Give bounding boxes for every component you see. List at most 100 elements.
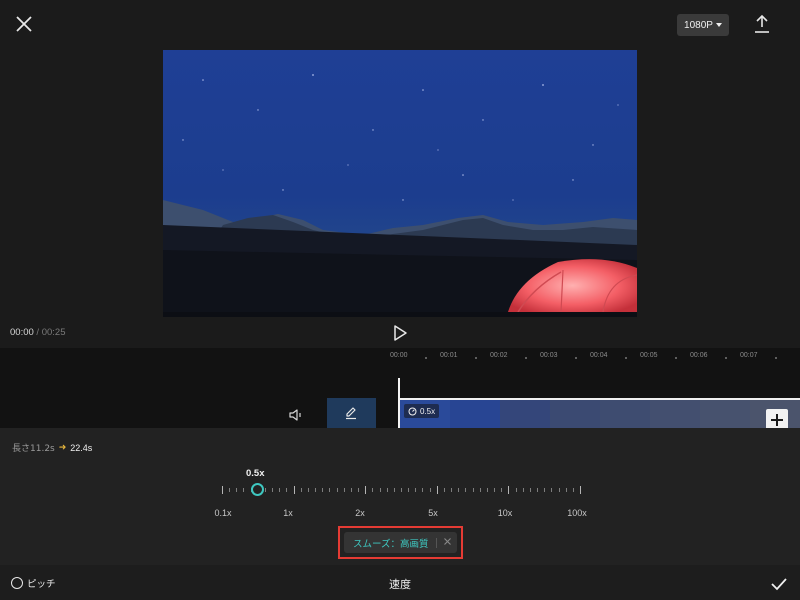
smooth-quality-chip[interactable]: スムーズ：高画質 bbox=[344, 532, 457, 553]
slider-minor-tick bbox=[336, 488, 338, 492]
smooth-option-highlight: スムーズ：高画質 bbox=[338, 526, 463, 559]
resolution-label: 1080P bbox=[684, 19, 713, 31]
slider-minor-tick bbox=[415, 488, 417, 492]
slider-minor-tick bbox=[393, 488, 395, 492]
slider-minor-tick bbox=[558, 488, 560, 492]
duration-new: 22.4s bbox=[70, 442, 93, 453]
ruler-tick: 00:07 bbox=[740, 352, 758, 359]
slider-major-tick bbox=[508, 486, 510, 494]
slider-minor-tick bbox=[386, 488, 388, 492]
slider-minor-tick bbox=[272, 488, 274, 492]
slider-major-tick bbox=[293, 486, 295, 494]
speed-gauge-icon bbox=[408, 407, 417, 415]
clip-thumbnail bbox=[700, 400, 750, 428]
time-separator: / bbox=[36, 327, 40, 338]
slider-minor-tick bbox=[501, 488, 503, 492]
speed-scale-label: 5x bbox=[428, 508, 438, 518]
bottom-bar: ピッチ 速度 bbox=[0, 565, 800, 600]
clip-thumbnail bbox=[550, 400, 600, 428]
slider-minor-tick bbox=[315, 488, 317, 492]
timeline[interactable]: 00:00 00:01 00:02 00:03 00:04 00:05 00:0… bbox=[0, 348, 800, 431]
pencil-icon bbox=[346, 407, 356, 420]
ruler-tick: 00:02 bbox=[490, 352, 508, 359]
ruler-dot bbox=[625, 357, 627, 359]
clip-thumbnail bbox=[450, 400, 500, 428]
speed-scale-label: 10x bbox=[497, 508, 513, 518]
video-clip-track[interactable]: 0.5x bbox=[400, 398, 800, 428]
slider-major-tick bbox=[436, 486, 438, 494]
slider-minor-tick bbox=[350, 488, 352, 492]
speed-scale-label: 2x bbox=[355, 508, 365, 518]
slider-minor-tick bbox=[279, 488, 281, 492]
ruler-dot bbox=[725, 357, 727, 359]
play-icon bbox=[394, 325, 407, 341]
playback-row: 00:00 / 00:25 bbox=[0, 322, 800, 344]
slider-minor-tick bbox=[372, 488, 374, 492]
slider-minor-tick bbox=[486, 488, 488, 492]
upload-icon bbox=[755, 14, 769, 33]
slider-minor-tick bbox=[529, 488, 531, 492]
slider-minor-tick bbox=[286, 488, 288, 492]
caret-down-icon bbox=[715, 23, 722, 27]
slider-minor-tick bbox=[229, 488, 231, 492]
slider-minor-tick bbox=[329, 488, 331, 492]
arrow-right-icon: ➜ bbox=[58, 442, 67, 453]
speed-scale-label: 0.1x bbox=[214, 508, 232, 518]
close-small-icon[interactable] bbox=[443, 537, 452, 546]
slider-minor-tick bbox=[537, 488, 539, 492]
slider-minor-tick bbox=[264, 488, 266, 492]
slider-minor-tick bbox=[572, 488, 574, 492]
slider-minor-tick bbox=[358, 488, 360, 492]
speed-scale-label: 1x bbox=[283, 508, 293, 518]
edit-clip-button[interactable] bbox=[327, 398, 376, 428]
speed-scale-label: 100x bbox=[567, 508, 587, 518]
slider-minor-tick bbox=[429, 488, 431, 492]
ruler-dot bbox=[575, 357, 577, 359]
time-ruler: 00:00 00:01 00:02 00:03 00:04 00:05 00:0… bbox=[388, 352, 800, 366]
slider-minor-tick bbox=[307, 488, 309, 492]
clip-thumbnail bbox=[650, 400, 700, 428]
ruler-dot bbox=[425, 357, 427, 359]
total-time: 00:25 bbox=[41, 327, 66, 338]
confirm-button[interactable] bbox=[770, 576, 788, 591]
slider-minor-tick bbox=[300, 488, 302, 492]
top-bar: 1080P bbox=[0, 0, 800, 50]
resolution-dropdown[interactable]: 1080P bbox=[677, 14, 729, 36]
mute-clip-audio-button[interactable] bbox=[288, 407, 304, 423]
speed-slider-knob[interactable] bbox=[251, 483, 265, 496]
preview-frame-image bbox=[163, 50, 637, 317]
current-speed-label: 0.5x bbox=[246, 468, 265, 479]
slider-minor-tick bbox=[465, 488, 467, 492]
panel-title: 速度 bbox=[389, 578, 411, 591]
chip-divider bbox=[436, 538, 437, 548]
slider-minor-tick bbox=[236, 488, 238, 492]
slider-minor-tick bbox=[401, 488, 402, 492]
video-preview[interactable] bbox=[163, 50, 637, 317]
ruler-tick: 00:01 bbox=[440, 352, 458, 359]
speed-slider[interactable] bbox=[220, 481, 582, 499]
slider-minor-tick bbox=[443, 488, 445, 492]
slider-minor-tick bbox=[522, 488, 524, 492]
clip-speed-badge: 0.5x bbox=[404, 404, 440, 418]
export-button[interactable] bbox=[752, 13, 772, 35]
ruler-tick: 00:03 bbox=[540, 352, 558, 359]
ruler-dot bbox=[775, 357, 777, 359]
playhead[interactable] bbox=[398, 378, 400, 428]
ruler-dot bbox=[475, 357, 477, 359]
slider-minor-tick bbox=[565, 488, 567, 492]
close-button[interactable] bbox=[12, 12, 36, 36]
slider-minor-tick bbox=[479, 488, 481, 492]
slider-minor-tick bbox=[544, 488, 546, 492]
slider-major-tick bbox=[222, 486, 223, 494]
slider-minor-tick bbox=[494, 488, 496, 492]
clip-speed-value: 0.5x bbox=[420, 406, 436, 416]
slider-major-tick bbox=[580, 486, 581, 494]
time-display: 00:00 / 00:25 bbox=[10, 327, 65, 338]
checkmark-icon bbox=[771, 578, 787, 591]
slider-minor-tick bbox=[422, 488, 424, 492]
play-button[interactable] bbox=[392, 324, 408, 342]
slider-minor-tick bbox=[458, 488, 460, 492]
ruler-dot bbox=[675, 357, 677, 359]
ruler-tick: 00:06 bbox=[690, 352, 708, 359]
ruler-tick: 00:04 bbox=[590, 352, 608, 359]
